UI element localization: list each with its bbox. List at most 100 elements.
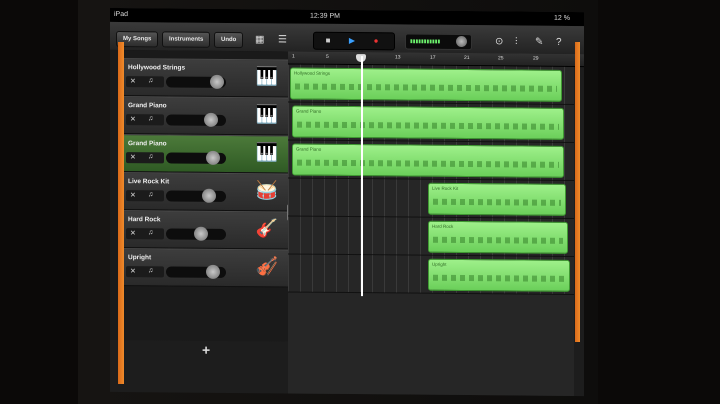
device-label: iPad: [114, 10, 129, 19]
slider-thumb[interactable]: [202, 188, 216, 203]
arrangement-area[interactable]: Hollywood Strings Grand Piano Grand Pian…: [288, 64, 574, 397]
ruler-mark: 25: [498, 55, 504, 62]
stop-icon[interactable]: ■: [318, 33, 338, 49]
region[interactable]: Live Rock Kit: [428, 182, 566, 216]
headphones-icon[interactable]: ♫: [148, 115, 153, 122]
track-buttons: ✕ ♫: [126, 152, 164, 164]
mute-icon[interactable]: ✕: [130, 267, 136, 275]
keyboard-view-icon[interactable]: ▦: [255, 34, 264, 45]
region-label: Live Rock Kit: [432, 185, 459, 191]
mute-icon[interactable]: ✕: [130, 229, 136, 237]
mute-icon[interactable]: ✕: [130, 191, 136, 199]
track-volume-slider[interactable]: [166, 264, 226, 279]
battery-label: 12 %: [554, 14, 570, 22]
track-header-selected[interactable]: Grand Piano ✕ ♫ 🎹: [118, 134, 288, 174]
track-name: Upright: [128, 254, 152, 262]
play-icon[interactable]: ▶: [342, 33, 362, 49]
track-buttons: ✕ ♫: [126, 190, 164, 202]
mixer-icon[interactable]: ⫶: [515, 36, 518, 47]
master-volume-knob[interactable]: [456, 35, 467, 48]
ruler-mark: 17: [430, 54, 436, 61]
ruler-mark: 21: [464, 55, 470, 62]
right-orange-edge: [575, 42, 580, 342]
region-label: Grand Piano: [296, 146, 322, 152]
region-notes: [433, 274, 565, 282]
garageband-screen: iPad 12:39 PM 12 % My Songs Instruments …: [110, 7, 584, 397]
slider-thumb[interactable]: [194, 226, 208, 241]
region-label: Upright: [432, 261, 447, 267]
track-name: Grand Piano: [128, 140, 167, 148]
region-label: Grand Piano: [296, 108, 322, 114]
region[interactable]: Hollywood Strings: [290, 67, 562, 102]
headphones-icon[interactable]: ♫: [148, 267, 153, 274]
headphones-icon[interactable]: ♫: [148, 191, 153, 198]
track-header[interactable]: Grand Piano ✕ ♫ 🎹: [118, 96, 288, 136]
region[interactable]: Grand Piano: [292, 143, 564, 178]
headphones-icon[interactable]: ♫: [148, 77, 153, 84]
ruler-mark: 5: [326, 53, 329, 60]
track-header[interactable]: Live Rock Kit ✕ ♫ 🥁: [118, 172, 288, 212]
track-lane: Grand Piano: [288, 140, 574, 181]
region-notes: [433, 198, 561, 206]
region[interactable]: Upright: [428, 258, 570, 292]
instruments-button[interactable]: Instruments: [162, 31, 211, 48]
record-icon[interactable]: ●: [366, 33, 386, 49]
left-orange-edge: [118, 42, 124, 384]
track-volume-slider[interactable]: [166, 112, 226, 127]
grand-piano-icon[interactable]: 🎹: [256, 142, 278, 163]
track-headers: Hollywood Strings ✕ ♫ 🎹 Grand Piano ✕ ♫ 🎹 …: [110, 49, 288, 342]
slider-thumb[interactable]: [206, 264, 220, 279]
region[interactable]: Hard Rock: [428, 220, 568, 254]
track-buttons: ✕ ♫: [126, 266, 164, 278]
headphones-icon[interactable]: ♫: [148, 153, 153, 160]
track-buttons: ✕ ♫: [126, 76, 164, 88]
playhead[interactable]: [361, 56, 363, 297]
track-volume-slider[interactable]: [166, 74, 226, 89]
track-volume-slider[interactable]: [166, 150, 226, 165]
ruler-mark: 29: [533, 55, 539, 62]
track-lane: Hard Rock: [288, 216, 574, 257]
help-icon[interactable]: ?: [556, 37, 562, 48]
grand-piano-icon[interactable]: 🎹: [256, 104, 278, 125]
track-lane: Live Rock Kit: [288, 178, 574, 219]
track-name: Live Rock Kit: [128, 178, 170, 186]
track-volume-slider[interactable]: [166, 188, 226, 203]
clock: 12:39 PM: [310, 12, 340, 20]
track-name: Hard Rock: [128, 216, 161, 224]
track-buttons: ✕ ♫: [126, 228, 164, 240]
region-notes: [297, 121, 559, 130]
undo-button[interactable]: Undo: [214, 31, 244, 49]
track-volume-slider[interactable]: [166, 226, 226, 241]
transport-controls: ■ ▶ ●: [313, 31, 395, 51]
track-lane: Hollywood Strings: [288, 64, 574, 105]
mute-icon[interactable]: ✕: [130, 115, 136, 123]
track-header[interactable]: Upright ✕ ♫ 🎻: [118, 248, 288, 288]
region[interactable]: Grand Piano: [292, 105, 564, 140]
region-notes: [295, 83, 557, 92]
track-name: Hollywood Strings: [128, 64, 186, 72]
track-header[interactable]: Hard Rock ✕ ♫ 🎸: [118, 210, 288, 250]
slider-thumb[interactable]: [206, 150, 220, 165]
ruler-mark: 1: [292, 53, 295, 60]
headphones-icon[interactable]: ♫: [148, 229, 153, 236]
slider-thumb[interactable]: [204, 112, 218, 127]
electric-guitar-icon[interactable]: 🎸: [256, 218, 278, 239]
loop-browser-icon[interactable]: ⊙: [495, 36, 503, 47]
settings-wrench-icon[interactable]: ✎: [535, 37, 543, 48]
level-meter: ▮▮▮▮▮▮▮▮▮▮▮: [410, 38, 441, 45]
track-lane: Upright: [288, 254, 574, 295]
slider-thumb[interactable]: [210, 74, 224, 89]
region-label: Hollywood Strings: [294, 70, 331, 76]
track-buttons: ✕ ♫: [126, 114, 164, 126]
region-notes: [433, 236, 563, 244]
keyboard-icon[interactable]: 🎹: [256, 66, 278, 87]
track-name: Grand Piano: [128, 102, 167, 110]
mute-icon[interactable]: ✕: [130, 153, 136, 161]
add-track-button[interactable]: +: [202, 342, 210, 358]
region-notes: [297, 159, 559, 168]
track-header[interactable]: Hollywood Strings ✕ ♫ 🎹: [118, 58, 288, 98]
upright-bass-icon[interactable]: 🎻: [256, 256, 278, 277]
mute-icon[interactable]: ✕: [130, 77, 136, 85]
tracks-view-icon[interactable]: ☰: [278, 34, 287, 45]
drum-kit-icon[interactable]: 🥁: [256, 180, 278, 201]
